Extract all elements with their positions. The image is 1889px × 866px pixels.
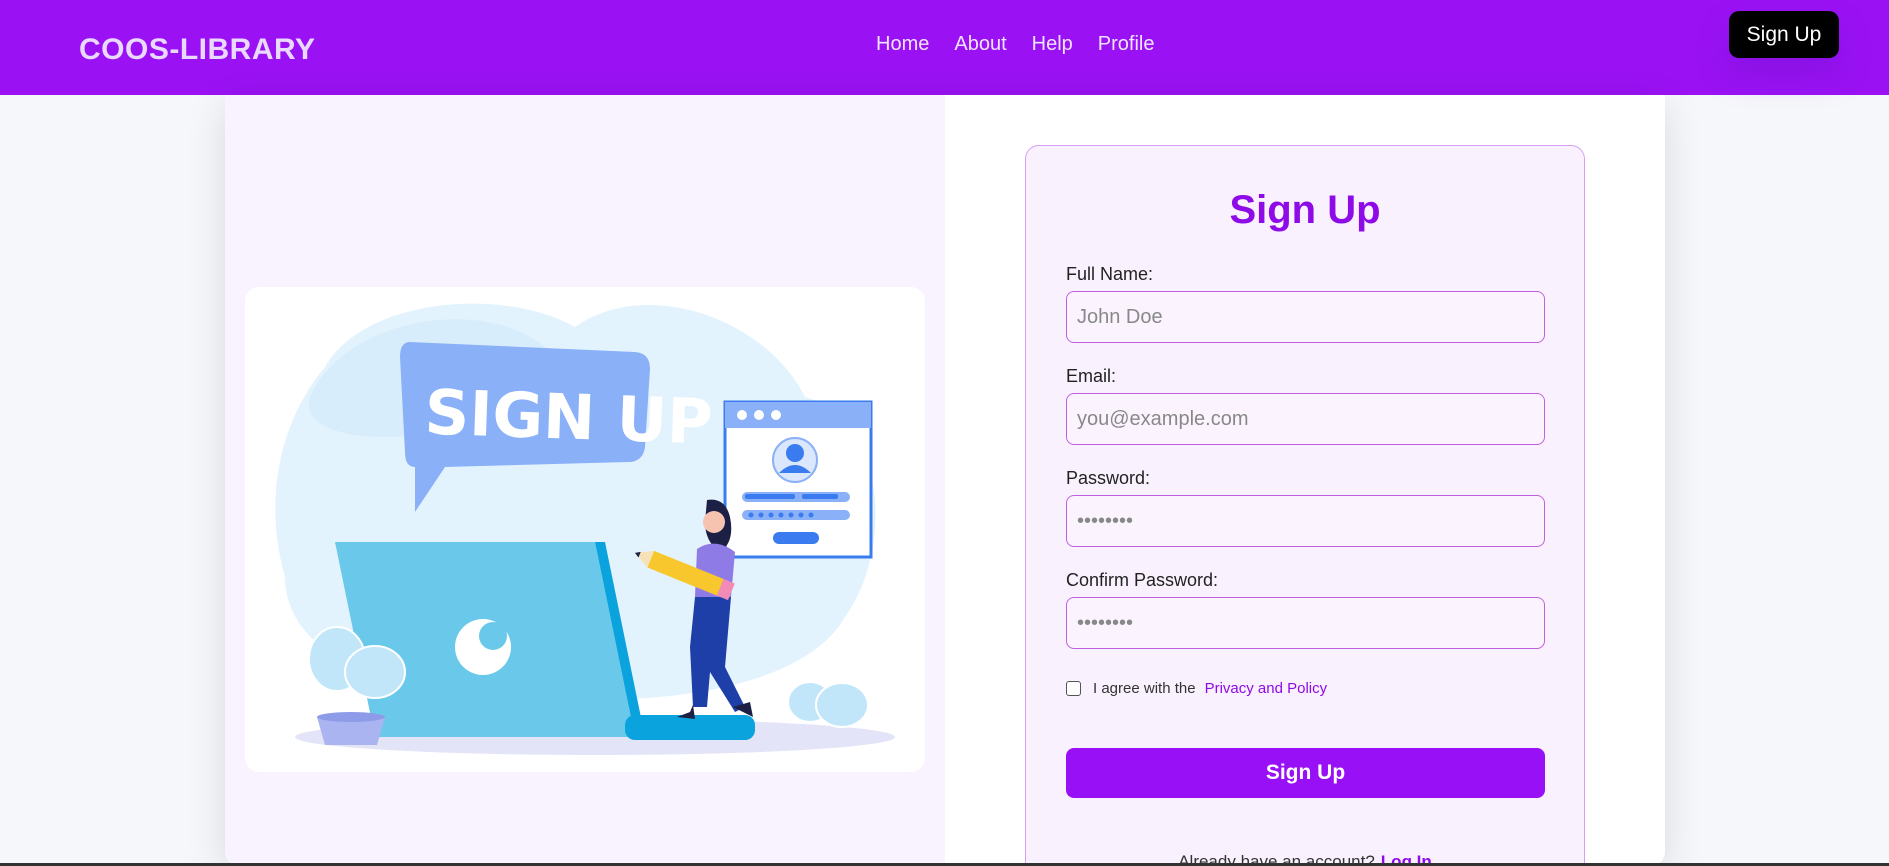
bubble-text: SIGN UP <box>423 376 713 459</box>
privacy-policy-link[interactable]: Privacy and Policy <box>1205 680 1328 697</box>
agree-checkbox[interactable] <box>1066 681 1081 696</box>
brand-logo[interactable]: COOS-LIBRARY <box>79 33 316 67</box>
password-input[interactable] <box>1066 495 1545 547</box>
nav-link-help[interactable]: Help <box>1032 33 1073 56</box>
agree-text: I agree with the <box>1093 680 1196 697</box>
signup-illustration-graphic: SIGN UP <box>275 303 895 755</box>
email-input[interactable] <box>1066 393 1545 445</box>
nav-link-about[interactable]: About <box>954 33 1006 56</box>
full-name-input[interactable] <box>1066 291 1545 343</box>
password-label: Password: <box>1066 468 1151 488</box>
signup-form: Sign Up Full Name: Email: Password: Conf… <box>1025 145 1585 866</box>
form-title: Sign Up <box>1229 188 1381 232</box>
full-name-label: Full Name: <box>1066 264 1154 284</box>
agree-row: I agree with the Privacy and Policy <box>1066 680 1327 697</box>
nav-link-profile[interactable]: Profile <box>1098 33 1155 56</box>
signup-illustration: SIGN UP <box>245 287 925 772</box>
signup-card: SIGN UP Sign Up Full Name: John Doe Emai… <box>225 95 1665 866</box>
navbar: COOS-LIBRARY Home About Help Profile Sig… <box>0 0 1889 95</box>
email-label: Email: <box>1066 366 1117 386</box>
signup-submit-button[interactable]: Sign Up <box>1066 748 1545 798</box>
illustration-panel: SIGN UP <box>225 95 945 866</box>
confirm-password-input[interactable] <box>1066 597 1545 649</box>
nav-links: Home About Help Profile <box>876 33 1154 56</box>
confirm-password-label: Confirm Password: <box>1066 570 1219 590</box>
nav-signup-button[interactable]: Sign Up <box>1729 11 1839 58</box>
nav-link-home[interactable]: Home <box>876 33 929 56</box>
